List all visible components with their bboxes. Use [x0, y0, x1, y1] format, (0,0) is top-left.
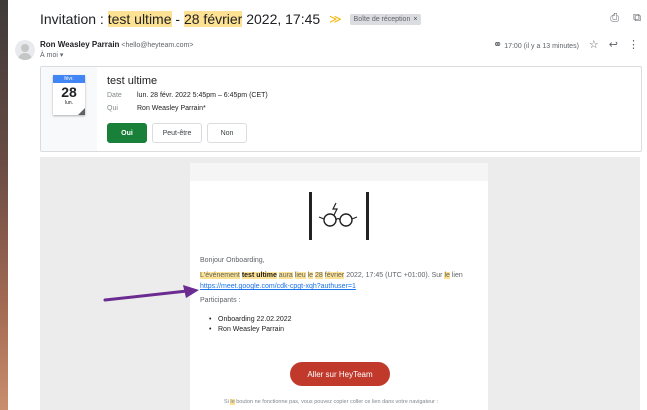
hl-word: le — [307, 272, 314, 279]
event-link-intro: lien — [451, 272, 463, 279]
label-close-icon[interactable]: × — [413, 16, 417, 23]
recipient-dropdown[interactable]: À moi ▾ — [40, 51, 63, 59]
subject-highlight-date: 28 février — [183, 11, 243, 27]
important-marker-icon[interactable]: ≫ — [329, 12, 342, 26]
email-view: Invitation : test ultime - 28 février 20… — [8, 0, 647, 410]
meet-link[interactable]: https://meet.google.com/cdk-cpgt-xqh?aut… — [200, 283, 356, 290]
reply-icon[interactable]: ↩ — [609, 38, 618, 51]
sender-name[interactable]: Ron Weasley Parrain — [40, 40, 119, 49]
inbox-label-text: Boîte de réception — [353, 16, 411, 23]
invite-who-row: Qui Ron Weasley Parrain* — [107, 105, 206, 112]
invite-who-value: Ron Weasley Parrain* — [137, 105, 206, 112]
hl-word: 28 — [315, 272, 323, 279]
calendar-fold — [78, 108, 85, 115]
hl-word: le — [444, 272, 450, 279]
invite-date-label: Date — [107, 92, 122, 99]
event-name: test ultime — [241, 272, 277, 279]
greeting-text: Bonjour Onboarding, — [200, 257, 265, 264]
email-subject: Invitation : test ultime - 28 février 20… — [40, 11, 422, 27]
sender-avatar — [15, 40, 35, 60]
invite-title[interactable]: test ultime — [107, 75, 157, 87]
calendar-month: févr. — [53, 75, 85, 83]
heyteam-logo — [309, 192, 369, 240]
inbox-label-chip[interactable]: Boîte de réception × — [349, 14, 422, 25]
sender-line: Ron Weasley Parrain <hello@heyteam.com> — [40, 40, 194, 49]
participant-item: Onboarding 22.02.2022 — [209, 316, 292, 323]
more-options-icon[interactable]: ⋮ — [628, 38, 639, 51]
thread-toolbar: ⎙ ⧉ — [610, 12, 641, 25]
footer-text: Si — [224, 399, 229, 405]
hl-word: L'événement — [200, 272, 240, 279]
print-icon[interactable]: ⎙ — [610, 12, 619, 25]
subject-prefix: Invitation : — [40, 11, 108, 27]
email-header-band — [190, 163, 488, 181]
rsvp-buttons: Oui Peut-être Non — [107, 123, 247, 143]
footer-text: bouton ne fonctionne pas, vous pouvez co… — [236, 399, 439, 405]
sender-email: <hello@heyteam.com> — [121, 42, 194, 49]
rsvp-no-button[interactable]: Non — [207, 123, 247, 143]
event-description: L'événement test ultime aura lieu le 28 … — [200, 272, 463, 279]
email-body-card: Bonjour Onboarding, L'événement test ult… — [190, 163, 488, 410]
avatar-body — [18, 53, 32, 60]
tracker-icon: ⚭ — [493, 39, 503, 51]
calendar-date-icon: févr. 28 lun. — [53, 75, 85, 115]
open-new-window-icon[interactable]: ⧉ — [633, 12, 641, 25]
calendar-weekday: lun. — [64, 100, 74, 106]
rsvp-yes-button[interactable]: Oui — [107, 123, 147, 143]
logo-left-bar — [309, 192, 312, 240]
message-time: 17:00 (il y a 13 minutes) — [504, 43, 579, 50]
subject-highlight-title: test ultime — [107, 11, 172, 27]
fallback-link-note: Si le bouton ne fonctionne pas, vous pou… — [224, 399, 438, 405]
invite-who-label: Qui — [107, 105, 118, 112]
event-time-text: 2022, 17:45 (UTC +01:00). Sur — [346, 272, 443, 279]
hl-word: le — [230, 399, 235, 405]
participants-label: Participants : — [200, 297, 241, 304]
invite-date-row: Date lun. 28 févr. 2022 5:45pm – 6:45pm (… — [107, 92, 268, 99]
annotation-arrow-icon — [103, 285, 199, 302]
invite-date-value: lun. 28 févr. 2022 5:45pm – 6:45pm (CET) — [137, 92, 268, 99]
glasses-icon — [318, 202, 358, 227]
avatar-head — [21, 44, 29, 52]
hl-word: lieu — [294, 272, 306, 279]
star-icon[interactable]: ☆ — [589, 38, 599, 51]
invite-calendar-panel: févr. 28 lun. — [41, 67, 97, 151]
hl-word: aura — [278, 272, 293, 279]
calendar-invite-card: févr. 28 lun. test ultime Date lun. 28 fé… — [40, 66, 642, 152]
subject-rest: 2022, 17:45 — [242, 11, 321, 27]
participants-list: Onboarding 22.02.2022 Ron Weasley Parrai… — [209, 316, 292, 336]
rsvp-maybe-button[interactable]: Peut-être — [152, 123, 202, 143]
subject-separator: - — [171, 11, 184, 27]
message-meta: ⚭ 17:00 (il y a 13 minutes) ☆ ↩ ⋮ — [493, 38, 639, 51]
participant-item: Ron Weasley Parrain — [209, 326, 292, 333]
calendar-day: 28 — [61, 84, 77, 100]
hl-word: février — [324, 272, 345, 279]
logo-right-bar — [366, 192, 369, 240]
desktop-wallpaper-strip — [0, 0, 8, 410]
go-to-heyteam-button[interactable]: Aller sur HeyTeam — [290, 362, 390, 386]
